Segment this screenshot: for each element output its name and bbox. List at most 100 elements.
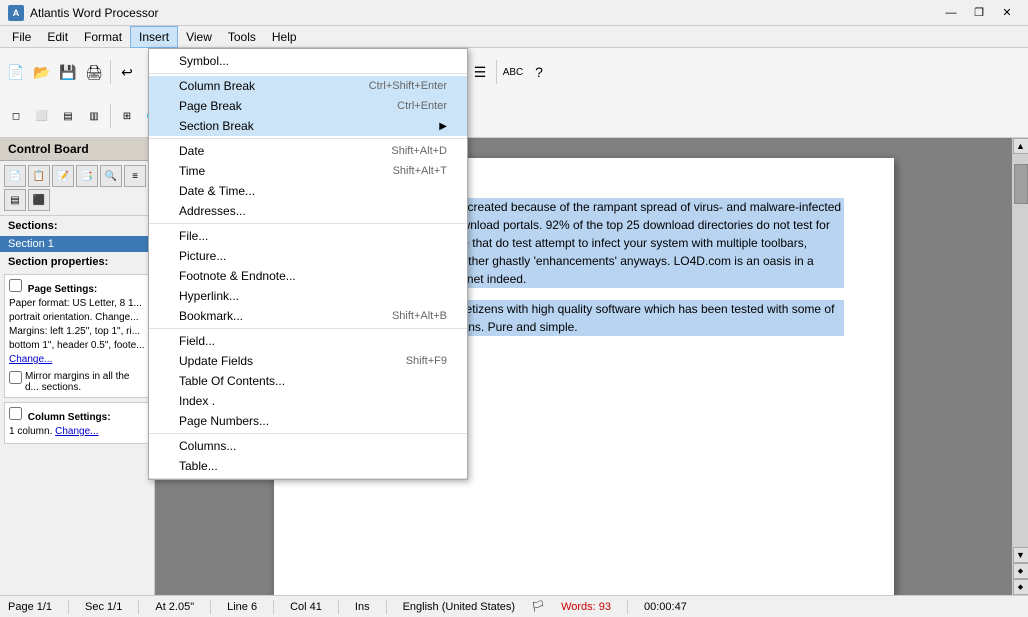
margins-text: Margins: left 1.25", top 1", ri... botto… <box>9 325 145 367</box>
section-1-item[interactable]: Section 1 <box>0 236 154 252</box>
menu-section-symbol: Symbol... <box>149 49 467 74</box>
status-col: Col 41 <box>290 601 322 613</box>
scroll-track <box>1013 154 1028 547</box>
spell-check-button[interactable]: ABC <box>501 60 525 84</box>
menu-field[interactable]: Field... <box>149 331 467 351</box>
menu-picture[interactable]: Picture... <box>149 246 467 266</box>
right-scrollbar: ▲ ▼ ◆ ◆ <box>1012 138 1028 595</box>
status-div-3 <box>210 600 211 614</box>
align-justify-button[interactable]: ☰ <box>468 60 492 84</box>
menu-date-time[interactable]: Date & Time... <box>149 181 467 201</box>
new-button[interactable]: 📄 <box>4 60 28 84</box>
undo-button[interactable]: ↩ <box>115 60 139 84</box>
status-sec: Sec 1/1 <box>85 601 122 613</box>
cb-icon-6[interactable]: ≡ <box>124 165 146 187</box>
status-time: 00:00:47 <box>644 601 687 613</box>
status-div-6 <box>386 600 387 614</box>
scroll-btn-extra1[interactable]: ◆ <box>1013 563 1028 579</box>
menu-format[interactable]: Format <box>76 26 130 48</box>
mirror-margins-row: Mirror margins in all the d... sections. <box>9 371 145 393</box>
menu-toc[interactable]: Table Of Contents... <box>149 371 467 391</box>
app-icon: A <box>8 5 24 21</box>
scroll-down-button[interactable]: ▼ <box>1013 547 1028 563</box>
menu-update-fields[interactable]: Update Fields Shift+F9 <box>149 351 467 371</box>
status-div-7 <box>627 600 628 614</box>
insert-menu-dropdown: Symbol... Column Break Ctrl+Shift+Enter … <box>148 48 468 480</box>
menu-column-break[interactable]: Column Break Ctrl+Shift+Enter <box>149 76 467 96</box>
scroll-up-button[interactable]: ▲ <box>1013 138 1028 154</box>
scroll-thumb[interactable] <box>1014 164 1028 204</box>
column-info: 1 column. Change... <box>9 425 145 439</box>
menu-page-break[interactable]: Page Break Ctrl+Enter <box>149 96 467 116</box>
tb2-btn1[interactable]: ◻ <box>4 104 28 128</box>
column-change-link[interactable]: Change... <box>55 426 98 437</box>
scroll-btn-extra2[interactable]: ◆ <box>1013 579 1028 595</box>
tb2-btn2[interactable]: ⬜ <box>30 104 54 128</box>
menu-addresses[interactable]: Addresses... <box>149 201 467 221</box>
toolbar-sep-5 <box>496 60 497 84</box>
menu-section-layout: Columns... Table... <box>149 434 467 479</box>
cb-icon-5[interactable]: 🔍 <box>100 165 122 187</box>
tb2-btn4[interactable]: ▥ <box>82 104 106 128</box>
menu-file[interactable]: File <box>4 26 39 48</box>
left-panel: Control Board 📄 📋 📝 📑 🔍 ≡ ▤ ⬛ Sections: … <box>0 138 155 595</box>
menu-section-break[interactable]: Section Break ▶ <box>149 116 467 136</box>
menu-bookmark[interactable]: Bookmark... Shift+Alt+B <box>149 306 467 326</box>
close-button[interactable]: ✕ <box>994 3 1020 23</box>
menu-section-insert: File... Picture... Footnote & Endnote...… <box>149 224 467 329</box>
control-board-title: Control Board <box>0 138 154 161</box>
sections-label: Sections: <box>0 216 154 236</box>
menu-bar: File Edit Format Insert View Tools Help <box>0 26 1028 48</box>
page-settings-section: Page Settings: Paper format: US Letter, … <box>4 274 150 398</box>
menu-help[interactable]: Help <box>264 26 305 48</box>
menu-columns[interactable]: Columns... <box>149 436 467 456</box>
status-div-2 <box>138 600 139 614</box>
menu-section-fields: Field... Update Fields Shift+F9 Table Of… <box>149 329 467 434</box>
status-div-1 <box>68 600 69 614</box>
mirror-margins-checkbox[interactable] <box>9 371 22 384</box>
page-settings-title: Page Settings: <box>9 279 145 295</box>
control-board-icons: 📄 📋 📝 📑 🔍 ≡ ▤ ⬛ <box>0 161 154 216</box>
menu-file[interactable]: File... <box>149 226 467 246</box>
paper-format-text: Paper format: US Letter, 8 1... portrait… <box>9 297 145 325</box>
menu-symbol[interactable]: Symbol... <box>149 51 467 71</box>
page-settings-checkbox[interactable] <box>9 279 22 292</box>
cb-icon-8[interactable]: ⬛ <box>28 189 50 211</box>
app-title: Atlantis Word Processor <box>30 6 938 20</box>
menu-insert[interactable]: Insert <box>130 26 178 48</box>
tb2-btn3[interactable]: ▤ <box>56 104 80 128</box>
menu-footnote[interactable]: Footnote & Endnote... <box>149 266 467 286</box>
tb2-btn5[interactable]: ⊞ <box>115 104 139 128</box>
change-link-1[interactable]: Change... <box>9 354 52 365</box>
menu-hyperlink[interactable]: Hyperlink... <box>149 286 467 306</box>
cb-icon-4[interactable]: 📑 <box>76 165 98 187</box>
menu-date[interactable]: Date Shift+Alt+D <box>149 141 467 161</box>
cb-icon-1[interactable]: 📄 <box>4 165 26 187</box>
menu-section-breaks: Column Break Ctrl+Shift+Enter Page Break… <box>149 74 467 139</box>
status-language: English (United States) <box>403 601 516 613</box>
cb-icon-7[interactable]: ▤ <box>4 189 26 211</box>
maximize-button[interactable]: ❐ <box>966 3 992 23</box>
print-button[interactable]: 🖨 <box>82 60 106 84</box>
menu-index[interactable]: Index . <box>149 391 467 411</box>
column-settings-checkbox[interactable] <box>9 407 22 420</box>
column-settings-title: Column Settings: <box>9 407 145 423</box>
menu-time[interactable]: Time Shift+Alt+T <box>149 161 467 181</box>
menu-table[interactable]: Table... <box>149 456 467 476</box>
open-button[interactable]: 📂 <box>30 60 54 84</box>
menu-edit[interactable]: Edit <box>39 26 76 48</box>
cb-icon-3[interactable]: 📝 <box>52 165 74 187</box>
status-words: Words: 93 <box>561 601 611 613</box>
cb-icon-2[interactable]: 📋 <box>28 165 50 187</box>
status-line: Line 6 <box>227 601 257 613</box>
status-at: At 2.05" <box>155 601 194 613</box>
menu-section-datetime: Date Shift+Alt+D Time Shift+Alt+T Date &… <box>149 139 467 224</box>
menu-view[interactable]: View <box>178 26 220 48</box>
status-div-5 <box>338 600 339 614</box>
menu-tools[interactable]: Tools <box>220 26 264 48</box>
help-button[interactable]: ? <box>527 60 551 84</box>
status-page: Page 1/1 <box>8 601 52 613</box>
menu-page-numbers[interactable]: Page Numbers... <box>149 411 467 431</box>
save-button[interactable]: 💾 <box>56 60 80 84</box>
minimize-button[interactable]: — <box>938 3 964 23</box>
